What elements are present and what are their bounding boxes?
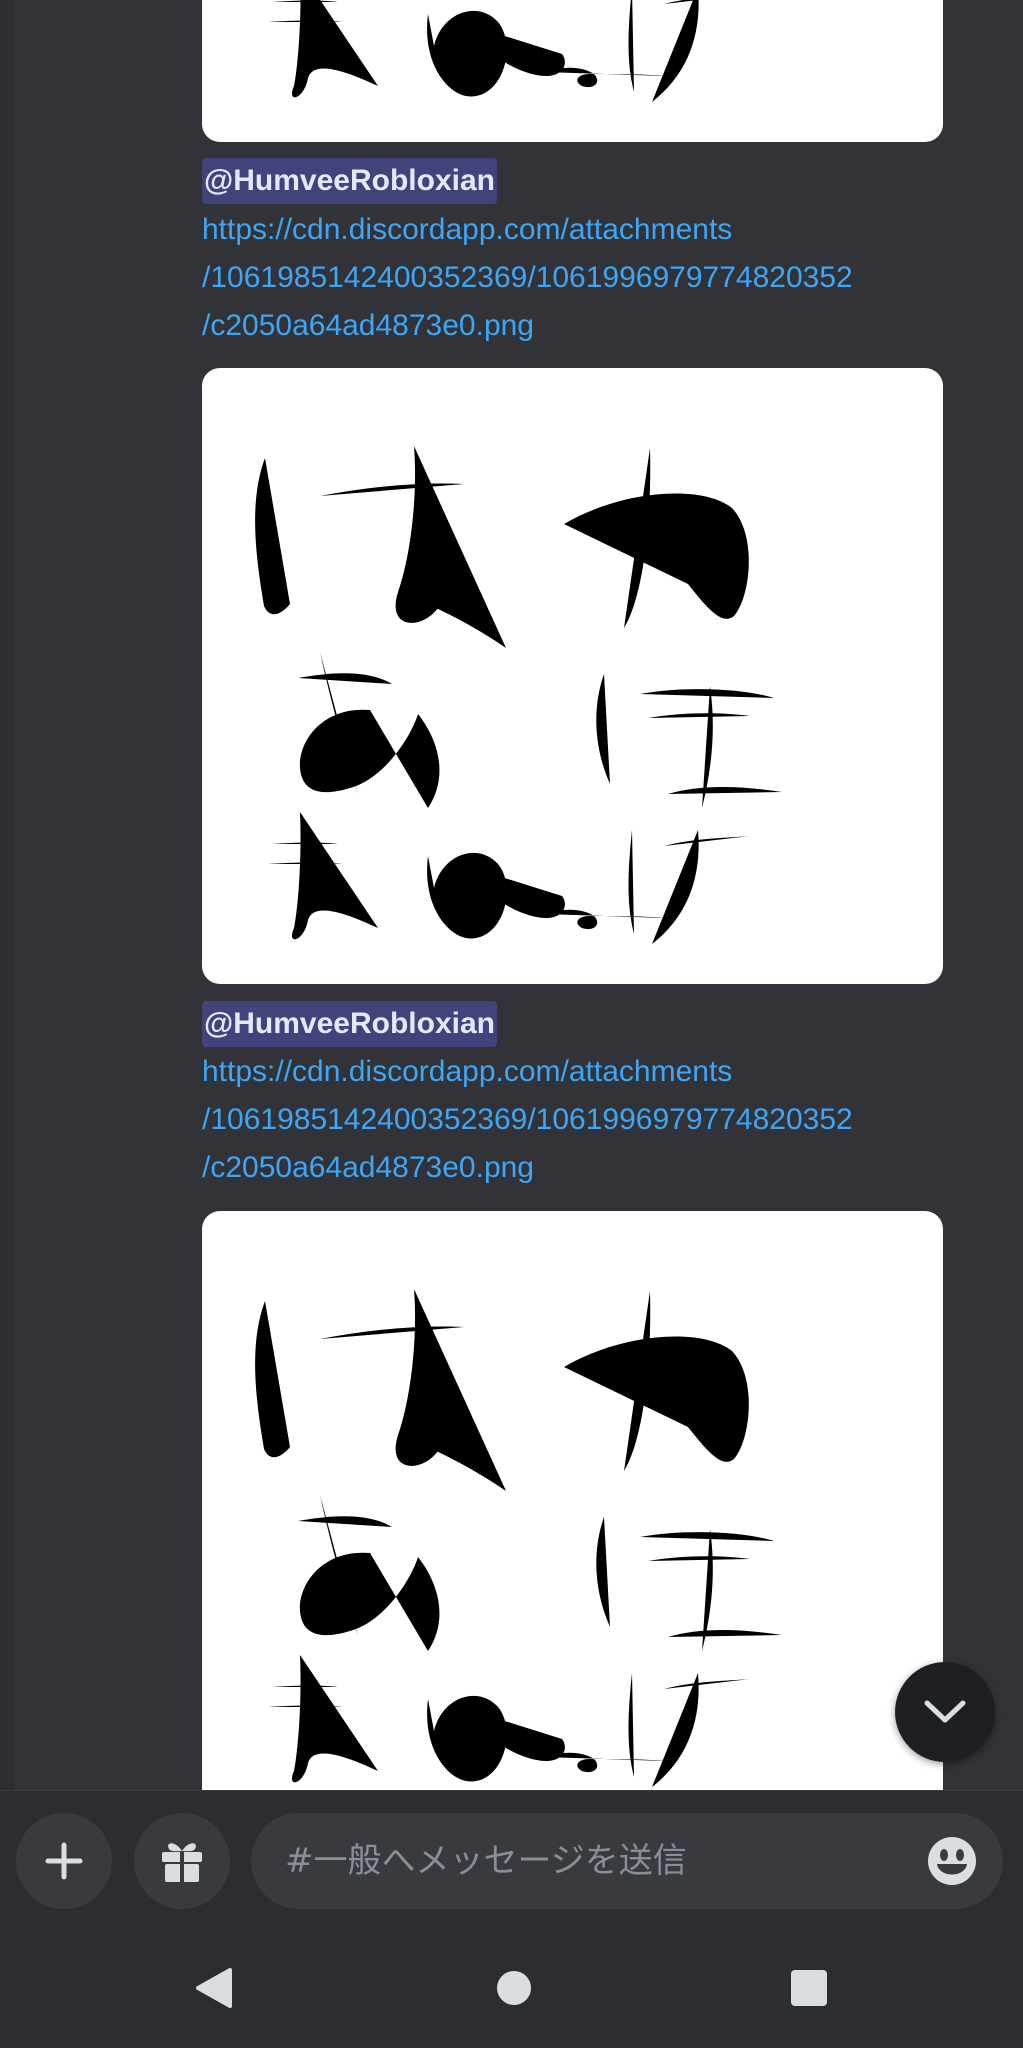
recents-square-icon: [791, 1970, 827, 2006]
message-composer: [0, 1790, 1023, 1929]
message-feed[interactable]: @HumveeRobloxian https://cdn.discordapp.…: [0, 0, 1023, 1790]
nav-home-button[interactable]: [484, 1958, 544, 2018]
handwriting-drawing: [255, 0, 835, 102]
handwriting-drawing: [255, 1289, 835, 1787]
link-line[interactable]: /c2050a64ad4873e0.png: [202, 1144, 853, 1192]
message-box[interactable]: [251, 1813, 1003, 1909]
link-line[interactable]: /c2050a64ad4873e0.png: [202, 302, 853, 350]
user-mention[interactable]: @HumveeRobloxian: [202, 158, 497, 204]
add-attachment-button[interactable]: [16, 1813, 112, 1909]
chevron-down-icon: [924, 1700, 966, 1723]
back-triangle-icon: [196, 1968, 232, 2008]
jump-to-present-button[interactable]: [895, 1662, 995, 1762]
link-line[interactable]: /1061985142400352369/1061996979774820352: [202, 254, 853, 302]
plus-icon: [45, 1842, 83, 1880]
nav-back-button[interactable]: [184, 1958, 244, 2018]
link-line[interactable]: https://cdn.discordapp.com/attachments: [202, 1048, 853, 1096]
emoji-icon[interactable]: [927, 1836, 977, 1886]
image-attachment[interactable]: [202, 368, 943, 984]
user-mention[interactable]: @HumveeRobloxian: [202, 1001, 497, 1047]
nav-recents-button[interactable]: [779, 1958, 839, 2018]
gift-button[interactable]: [134, 1813, 230, 1909]
image-attachment[interactable]: [202, 1211, 943, 1790]
home-circle-icon: [497, 1971, 531, 2005]
link-line[interactable]: /1061985142400352369/1061996979774820352: [202, 1096, 853, 1144]
gift-icon: [162, 1843, 202, 1882]
attachment-link[interactable]: https://cdn.discordapp.com/attachments /…: [202, 206, 853, 350]
handwriting-drawing: [255, 446, 835, 944]
attachment-link[interactable]: https://cdn.discordapp.com/attachments /…: [202, 1048, 853, 1192]
system-navigation-bar: [0, 1928, 1023, 2048]
image-attachment[interactable]: [202, 0, 943, 142]
message-input[interactable]: [285, 1813, 885, 1909]
link-line[interactable]: https://cdn.discordapp.com/attachments: [202, 206, 853, 254]
